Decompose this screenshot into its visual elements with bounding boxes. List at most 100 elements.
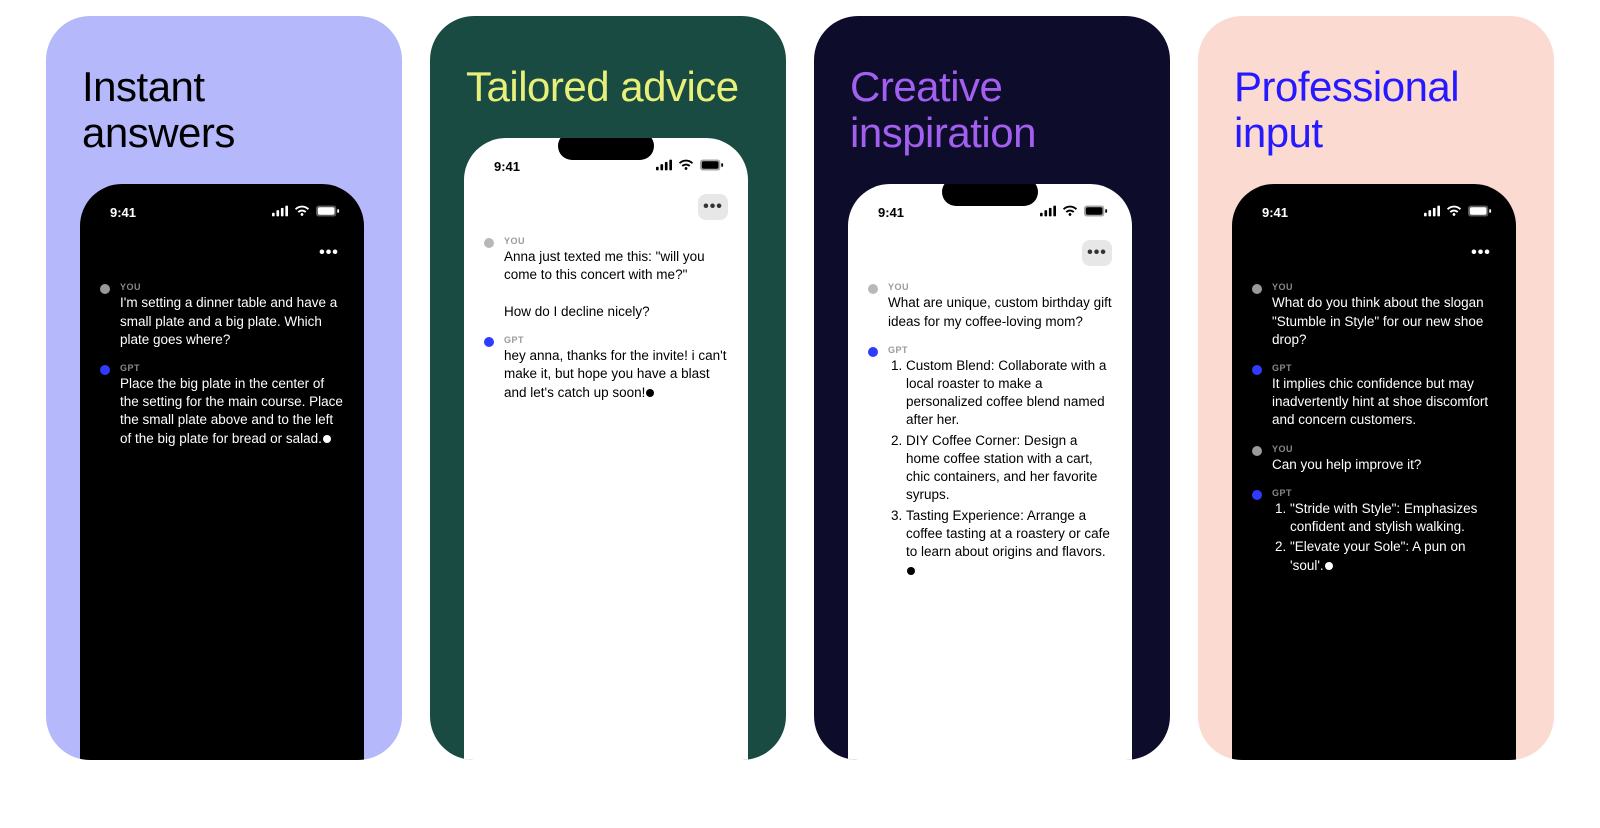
cellular-icon: [1424, 205, 1440, 220]
cellular-icon: [1040, 205, 1056, 220]
typing-cursor-icon: [907, 567, 915, 575]
wifi-icon: [1062, 205, 1078, 220]
status-time: 9:41: [100, 205, 136, 220]
role-label: GPT: [888, 345, 1112, 355]
list-item: Custom Blend: Collaborate with a local r…: [906, 357, 1112, 430]
assistant-message: GPT "Stride with Style": Emphasizes confi…: [1252, 488, 1496, 577]
role-label: GPT: [120, 363, 344, 373]
message-text: Can you help improve it?: [1272, 456, 1496, 474]
promo-card: Tailored advice 9:41 ••• YOU Anna just texte…: [430, 16, 786, 760]
typing-cursor-icon: [646, 389, 654, 397]
status-bar: 9:41: [100, 202, 344, 222]
user-avatar-dot: [1252, 284, 1262, 294]
status-time: 9:41: [484, 159, 520, 174]
message-text: hey anna, thanks for the invite! i can't…: [504, 347, 728, 402]
role-label: GPT: [1272, 363, 1496, 373]
user-avatar-dot: [1252, 446, 1262, 456]
more-menu-button[interactable]: •••: [1082, 240, 1112, 266]
phone-frame: 9:41 ••• YOU What are unique, custom birthd…: [848, 184, 1132, 760]
status-time: 9:41: [1252, 205, 1288, 220]
message-body: GPT Place the big plate in the center of …: [120, 363, 344, 448]
more-icon: •••: [1471, 244, 1491, 262]
message-text: It implies chic confidence but may inadv…: [1272, 375, 1496, 430]
message-body: YOUWhat do you think about the slogan "S…: [1272, 282, 1496, 349]
messages-list: YOU Anna just texted me this: "will you c…: [484, 236, 728, 402]
top-menu: •••: [1252, 240, 1496, 266]
app-store-screenshots-row: Instant answers 9:41 ••• YOU I'm setting a d…: [20, 16, 1580, 812]
user-message: YOUWhat do you think about the slogan "S…: [1252, 282, 1496, 349]
message-body: YOU Can you help improve it?: [1272, 444, 1496, 474]
message-text: Place the big plate in the center of the…: [120, 375, 344, 448]
cellular-icon: [656, 159, 672, 174]
assistant-message: GPT It implies chic confidence but may in…: [1252, 363, 1496, 430]
message-body: YOU I'm setting a dinner table and have a…: [120, 282, 344, 349]
assistant-avatar-dot: [868, 347, 878, 357]
promo-card: Professional input 9:41 ••• YOU What do you …: [1198, 16, 1554, 760]
message-body: YOU What are unique, custom birthday gift…: [888, 282, 1112, 330]
wifi-icon: [294, 205, 310, 220]
assistant-message: GPT hey anna, thanks for the invite! i ca…: [484, 335, 728, 402]
message-list: "Stride with Style": Emphasizes confiden…: [1272, 500, 1496, 575]
phone-frame: 9:41 ••• YOU I'm setting a dinner table and…: [80, 184, 364, 760]
more-menu-button[interactable]: •••: [1466, 240, 1496, 266]
assistant-avatar-dot: [100, 365, 110, 375]
top-menu: •••: [100, 240, 344, 266]
top-menu: •••: [868, 240, 1112, 266]
card-title: Professional input: [1234, 64, 1518, 156]
assistant-avatar-dot: [1252, 490, 1262, 500]
more-icon: •••: [319, 244, 339, 262]
role-label: YOU: [120, 282, 344, 292]
status-time: 9:41: [868, 205, 904, 220]
message-text: What are unique, custom birthday gift id…: [888, 294, 1112, 330]
battery-icon: [700, 159, 724, 174]
user-avatar-dot: [100, 284, 110, 294]
message-text: Anna just texted me this: "will you come…: [504, 248, 728, 321]
battery-icon: [1084, 205, 1108, 220]
role-label: YOU: [504, 236, 728, 246]
wifi-icon: [1446, 205, 1462, 220]
role-label: GPT: [504, 335, 728, 345]
phone-frame: 9:41 ••• YOU Anna just texted me this: "wil…: [464, 138, 748, 760]
list-item: "Elevate your Sole": A pun on 'soul'.: [1290, 538, 1496, 574]
battery-icon: [316, 205, 340, 220]
promo-card: Creative inspiration 9:41 ••• YOU What are u…: [814, 16, 1170, 760]
user-message: YOU Can you help improve it?: [1252, 444, 1496, 474]
user-message: YOU I'm setting a dinner table and have a…: [100, 282, 344, 349]
role-label: YOU: [1272, 444, 1496, 454]
more-menu-button[interactable]: •••: [698, 194, 728, 220]
card-title: Instant answers: [82, 64, 366, 156]
message-body: GPT hey anna, thanks for the invite! i ca…: [504, 335, 728, 402]
message-list: Custom Blend: Collaborate with a local r…: [888, 357, 1112, 580]
message-text: I'm setting a dinner table and have a sm…: [120, 294, 344, 349]
message-body: GPT Custom Blend: Collaborate with a loca…: [888, 345, 1112, 582]
more-icon: •••: [703, 198, 723, 216]
promo-card: Instant answers 9:41 ••• YOU I'm setting a d…: [46, 16, 402, 760]
status-bar: 9:41: [1252, 202, 1496, 222]
card-title: Creative inspiration: [850, 64, 1134, 156]
user-avatar-dot: [484, 238, 494, 248]
list-item: Tasting Experience: Arrange a coffee tas…: [906, 507, 1112, 580]
user-avatar-dot: [868, 284, 878, 294]
message-body: YOU Anna just texted me this: "will you c…: [504, 236, 728, 321]
message-body: GPT "Stride with Style": Emphasizes confi…: [1272, 488, 1496, 577]
cellular-icon: [272, 205, 288, 220]
message-text: What do you think about the slogan "Stum…: [1272, 294, 1496, 349]
messages-list: YOU I'm setting a dinner table and have a…: [100, 282, 344, 448]
messages-list: YOU What do you think about the slogan "S…: [1252, 282, 1496, 576]
user-message: YOU Anna just texted me this: "will you c…: [484, 236, 728, 321]
card-title: Tailored advice: [466, 64, 750, 110]
phone-frame: 9:41 ••• YOU What do you think about the sl…: [1232, 184, 1516, 760]
user-message: YOU What are unique, custom birthday gift…: [868, 282, 1112, 330]
assistant-message: GPT Place the big plate in the center of …: [100, 363, 344, 448]
assistant-avatar-dot: [1252, 365, 1262, 375]
role-label: YOU: [888, 282, 1112, 292]
battery-icon: [1468, 205, 1492, 220]
messages-list: YOU What are unique, custom birthday gift…: [868, 282, 1112, 581]
wifi-icon: [678, 159, 694, 174]
message-body: GPT It implies chic confidence but may in…: [1272, 363, 1496, 430]
role-label: GPT: [1272, 488, 1496, 498]
assistant-avatar-dot: [484, 337, 494, 347]
more-icon: •••: [1087, 244, 1107, 262]
list-item: DIY Coffee Corner: Design a home coffee …: [906, 432, 1112, 505]
more-menu-button[interactable]: •••: [314, 240, 344, 266]
